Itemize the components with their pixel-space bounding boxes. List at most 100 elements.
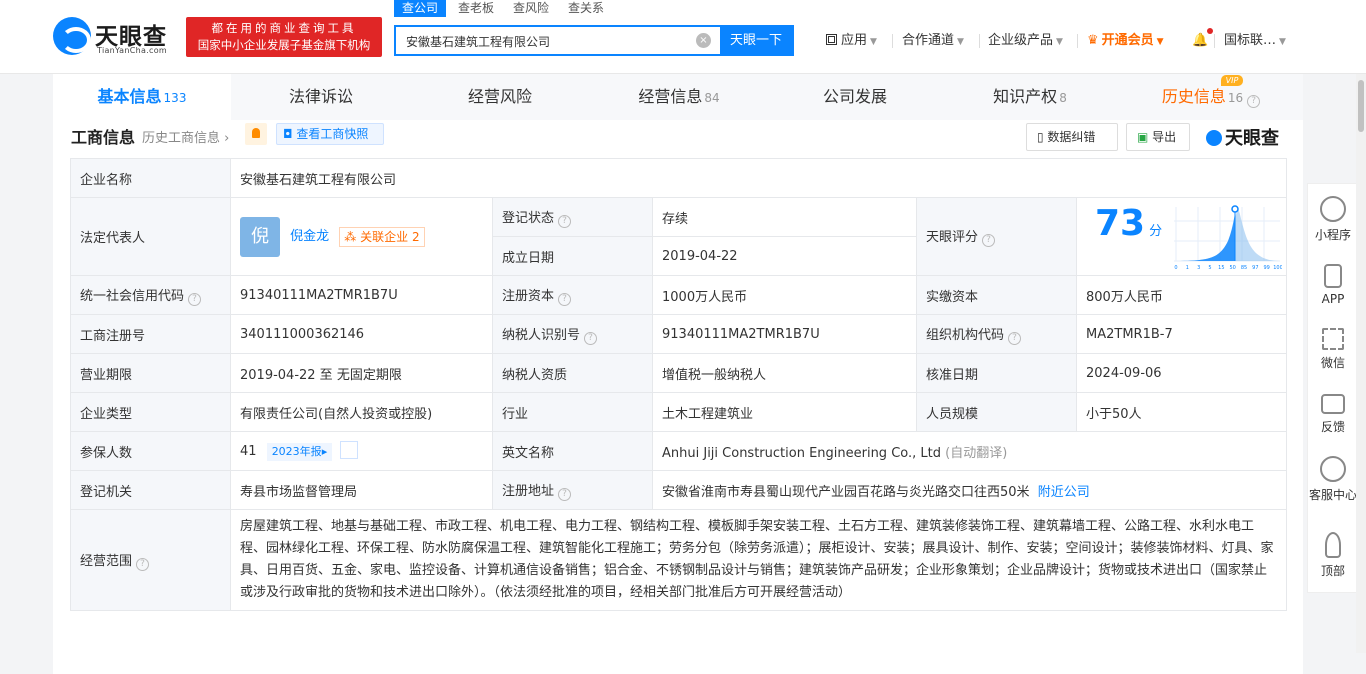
tab-count: 133 xyxy=(163,91,187,105)
nearby-companies-link[interactable]: 附近公司 xyxy=(1038,485,1090,500)
slogan-banner[interactable]: 都在用的商业查询工具 国家中小企业发展子基金旗下机构 xyxy=(186,17,382,57)
history-link[interactable]: 历史工商信息 › xyxy=(142,127,229,146)
caret-down-icon: ▼ xyxy=(957,37,964,47)
auto-translate-note: (自动翻译) xyxy=(945,445,1008,461)
nav-vip-label: 开通会员 xyxy=(1101,33,1154,48)
section-title: 工商信息 xyxy=(71,128,136,147)
clear-icon[interactable]: × xyxy=(696,33,711,48)
search-input[interactable] xyxy=(404,32,694,50)
phone-icon xyxy=(1324,264,1342,288)
search-tab-boss[interactable]: 查老板 xyxy=(458,0,494,17)
score-tick-label: 15 xyxy=(1218,265,1224,271)
est-date-label: 成立日期 xyxy=(492,236,653,276)
company-card: 基本信息 133 法律诉讼 经营风险 经营信息 84 公司发展 知识产权 8 历史信息… xyxy=(53,74,1303,674)
network-icon: ⁂ xyxy=(344,229,361,244)
side-miniprogram[interactable]: 小程序 xyxy=(1308,196,1358,243)
legal-rep-link[interactable]: 倪金龙 xyxy=(290,229,329,244)
address-label-text: 注册地址 xyxy=(502,483,555,499)
related-companies-tag[interactable]: ⁂ 关联企业 2 xyxy=(339,226,425,247)
tab-business[interactable]: 经营信息 84 xyxy=(589,74,769,120)
feedback-button[interactable]: ▯ 数据纠错 xyxy=(1026,123,1118,151)
tab-ip[interactable]: 知识产权 8 xyxy=(941,74,1119,120)
nav-enterprise[interactable]: 企业级产品 ▼ xyxy=(988,32,1063,50)
table-row: 企业名称 安徽基石建筑工程有限公司 xyxy=(70,158,1288,198)
help-icon[interactable]: ? xyxy=(136,557,150,571)
search-tab-relation[interactable]: 查关系 xyxy=(568,0,604,17)
nav-divider xyxy=(1214,34,1215,48)
reg-status-label-text: 登记状态 xyxy=(502,210,555,226)
snapshot-button[interactable]: ◘ 查看工商快照 xyxy=(276,123,384,145)
legal-rep-cell: 倪 倪金龙 ⁂ 关联企业 2 xyxy=(230,197,493,276)
scope-label: 经营范围? xyxy=(70,509,231,611)
nav-vip[interactable]: ♛ 开通会员 ▼ xyxy=(1087,32,1164,50)
side-service[interactable]: 客服中心 xyxy=(1308,456,1358,503)
tab-label: 经营信息 xyxy=(638,87,703,106)
table-row: 登记机关 寿县市场监督管理局 注册地址? 安徽省淮南市寿县蜀山现代产业园百花路与… xyxy=(70,470,1288,510)
tab-label: 公司发展 xyxy=(822,87,887,106)
scroll-thumb[interactable] xyxy=(1358,80,1364,132)
nav-user-label: 国标联… xyxy=(1224,33,1277,48)
table-row: 工商注册号 340111000362146 纳税人识别号? 91340111MA… xyxy=(70,314,1288,354)
legal-rep-label: 法定代表人 xyxy=(70,197,231,276)
search-tab-risk[interactable]: 查风险 xyxy=(513,0,549,17)
page-scrollbar[interactable] xyxy=(1356,74,1366,653)
tab-development[interactable]: 公司发展 xyxy=(769,74,941,120)
trend-chart-icon[interactable] xyxy=(340,441,359,459)
side-feedback[interactable]: 反馈 xyxy=(1308,394,1358,435)
side-wechat[interactable]: 微信 xyxy=(1308,328,1358,371)
score-tick-label: 50 xyxy=(1229,265,1235,271)
score-distribution-chart: 0 1 3 5 15 50 85 97 99 100 xyxy=(1174,204,1282,271)
tab-history[interactable]: 历史信息 16? xyxy=(1119,74,1303,120)
help-icon[interactable]: ? xyxy=(558,292,572,306)
reg-status-value: 存续 xyxy=(652,197,917,237)
side-app[interactable]: APP xyxy=(1308,264,1358,306)
score-unit: 分 xyxy=(1149,223,1163,239)
tax-qual-value: 增值税一般纳税人 xyxy=(652,353,917,393)
score-cell[interactable]: 73 分 0 1 3 5 15 50 85 97 99 100 xyxy=(1075,197,1288,276)
nav-enterprise-label: 企业级产品 xyxy=(988,33,1054,48)
nav-cooperation[interactable]: 合作通道 ▼ xyxy=(902,32,964,50)
chevron-right-icon: › xyxy=(220,131,230,146)
term-label: 营业期限 xyxy=(70,353,231,393)
subscribe-bell-icon[interactable] xyxy=(245,123,267,145)
vip-badge: VIP xyxy=(1221,75,1243,86)
nav-apps[interactable]: 应用 ▼ xyxy=(826,32,877,50)
annual-report-tag[interactable]: 2023年报▸ xyxy=(266,443,333,461)
help-icon[interactable]: ? xyxy=(558,214,572,228)
help-icon[interactable]: ? xyxy=(584,331,598,345)
tax-qual-label: 纳税人资质 xyxy=(492,353,653,393)
search-button[interactable]: 天眼一下 xyxy=(720,27,792,54)
business-info-table: 企业名称 安徽基石建筑工程有限公司 法定代表人 倪 倪金龙 ⁂ 关联企业 2 登… xyxy=(70,158,1288,611)
tab-risk[interactable]: 经营风险 xyxy=(411,74,589,120)
help-icon[interactable]: ? xyxy=(982,234,996,247)
tab-basic-info[interactable]: 基本信息 133 xyxy=(53,74,231,120)
est-date-value: 2019-04-22 xyxy=(652,236,917,276)
credit-code-label-text: 统一社会信用代码 xyxy=(80,288,185,304)
nav-divider xyxy=(1077,34,1078,48)
caret-down-icon: ▼ xyxy=(870,37,877,47)
company-name-label: 企业名称 xyxy=(70,158,231,198)
tab-label: 经营风险 xyxy=(467,87,532,106)
table-row: 法定代表人 倪 倪金龙 ⁂ 关联企业 2 登记状态? 存续 天眼评分? 73分 xyxy=(70,197,1288,276)
table-row: 参保人数 41 2023年报▸ 英文名称 Anhui Jiji Construc… xyxy=(70,431,1288,471)
org-code-label: 组织机构代码? xyxy=(916,314,1077,354)
help-icon[interactable]: ? xyxy=(558,487,572,501)
brand-mark-icon xyxy=(1206,130,1222,146)
side-top[interactable]: 顶部 xyxy=(1308,532,1358,579)
tab-count: 16 xyxy=(1227,91,1244,105)
tab-legal[interactable]: 法律诉讼 xyxy=(231,74,411,120)
search-tab-company[interactable]: 查公司 xyxy=(394,0,447,17)
score-tick-label: 0 xyxy=(1174,265,1177,271)
tab-count: 8 xyxy=(1059,91,1067,105)
credit-code-value: 91340111MA2TMR1B7U xyxy=(230,275,493,315)
address-value: 安徽省淮南市寿县蜀山现代产业园百花路与炎光路交口往西50米 xyxy=(662,484,1030,500)
export-button[interactable]: ▣ 导出 xyxy=(1126,123,1190,151)
help-icon[interactable]: ? xyxy=(188,292,202,306)
table-row: 企业类型 有限责任公司(自然人投资或控股) 行业 土木工程建筑业 人员规模 小于… xyxy=(70,392,1288,432)
tianyancha-logo[interactable]: 天眼查 TianYanCha.com xyxy=(53,17,181,57)
tab-label: 历史信息 xyxy=(1161,87,1226,106)
help-icon[interactable]: ? xyxy=(1008,331,1022,345)
bell-icon[interactable]: 🔔 xyxy=(1192,32,1208,50)
nav-user[interactable]: 国标联… ▼ xyxy=(1224,32,1286,50)
avatar[interactable]: 倪 xyxy=(240,216,280,257)
